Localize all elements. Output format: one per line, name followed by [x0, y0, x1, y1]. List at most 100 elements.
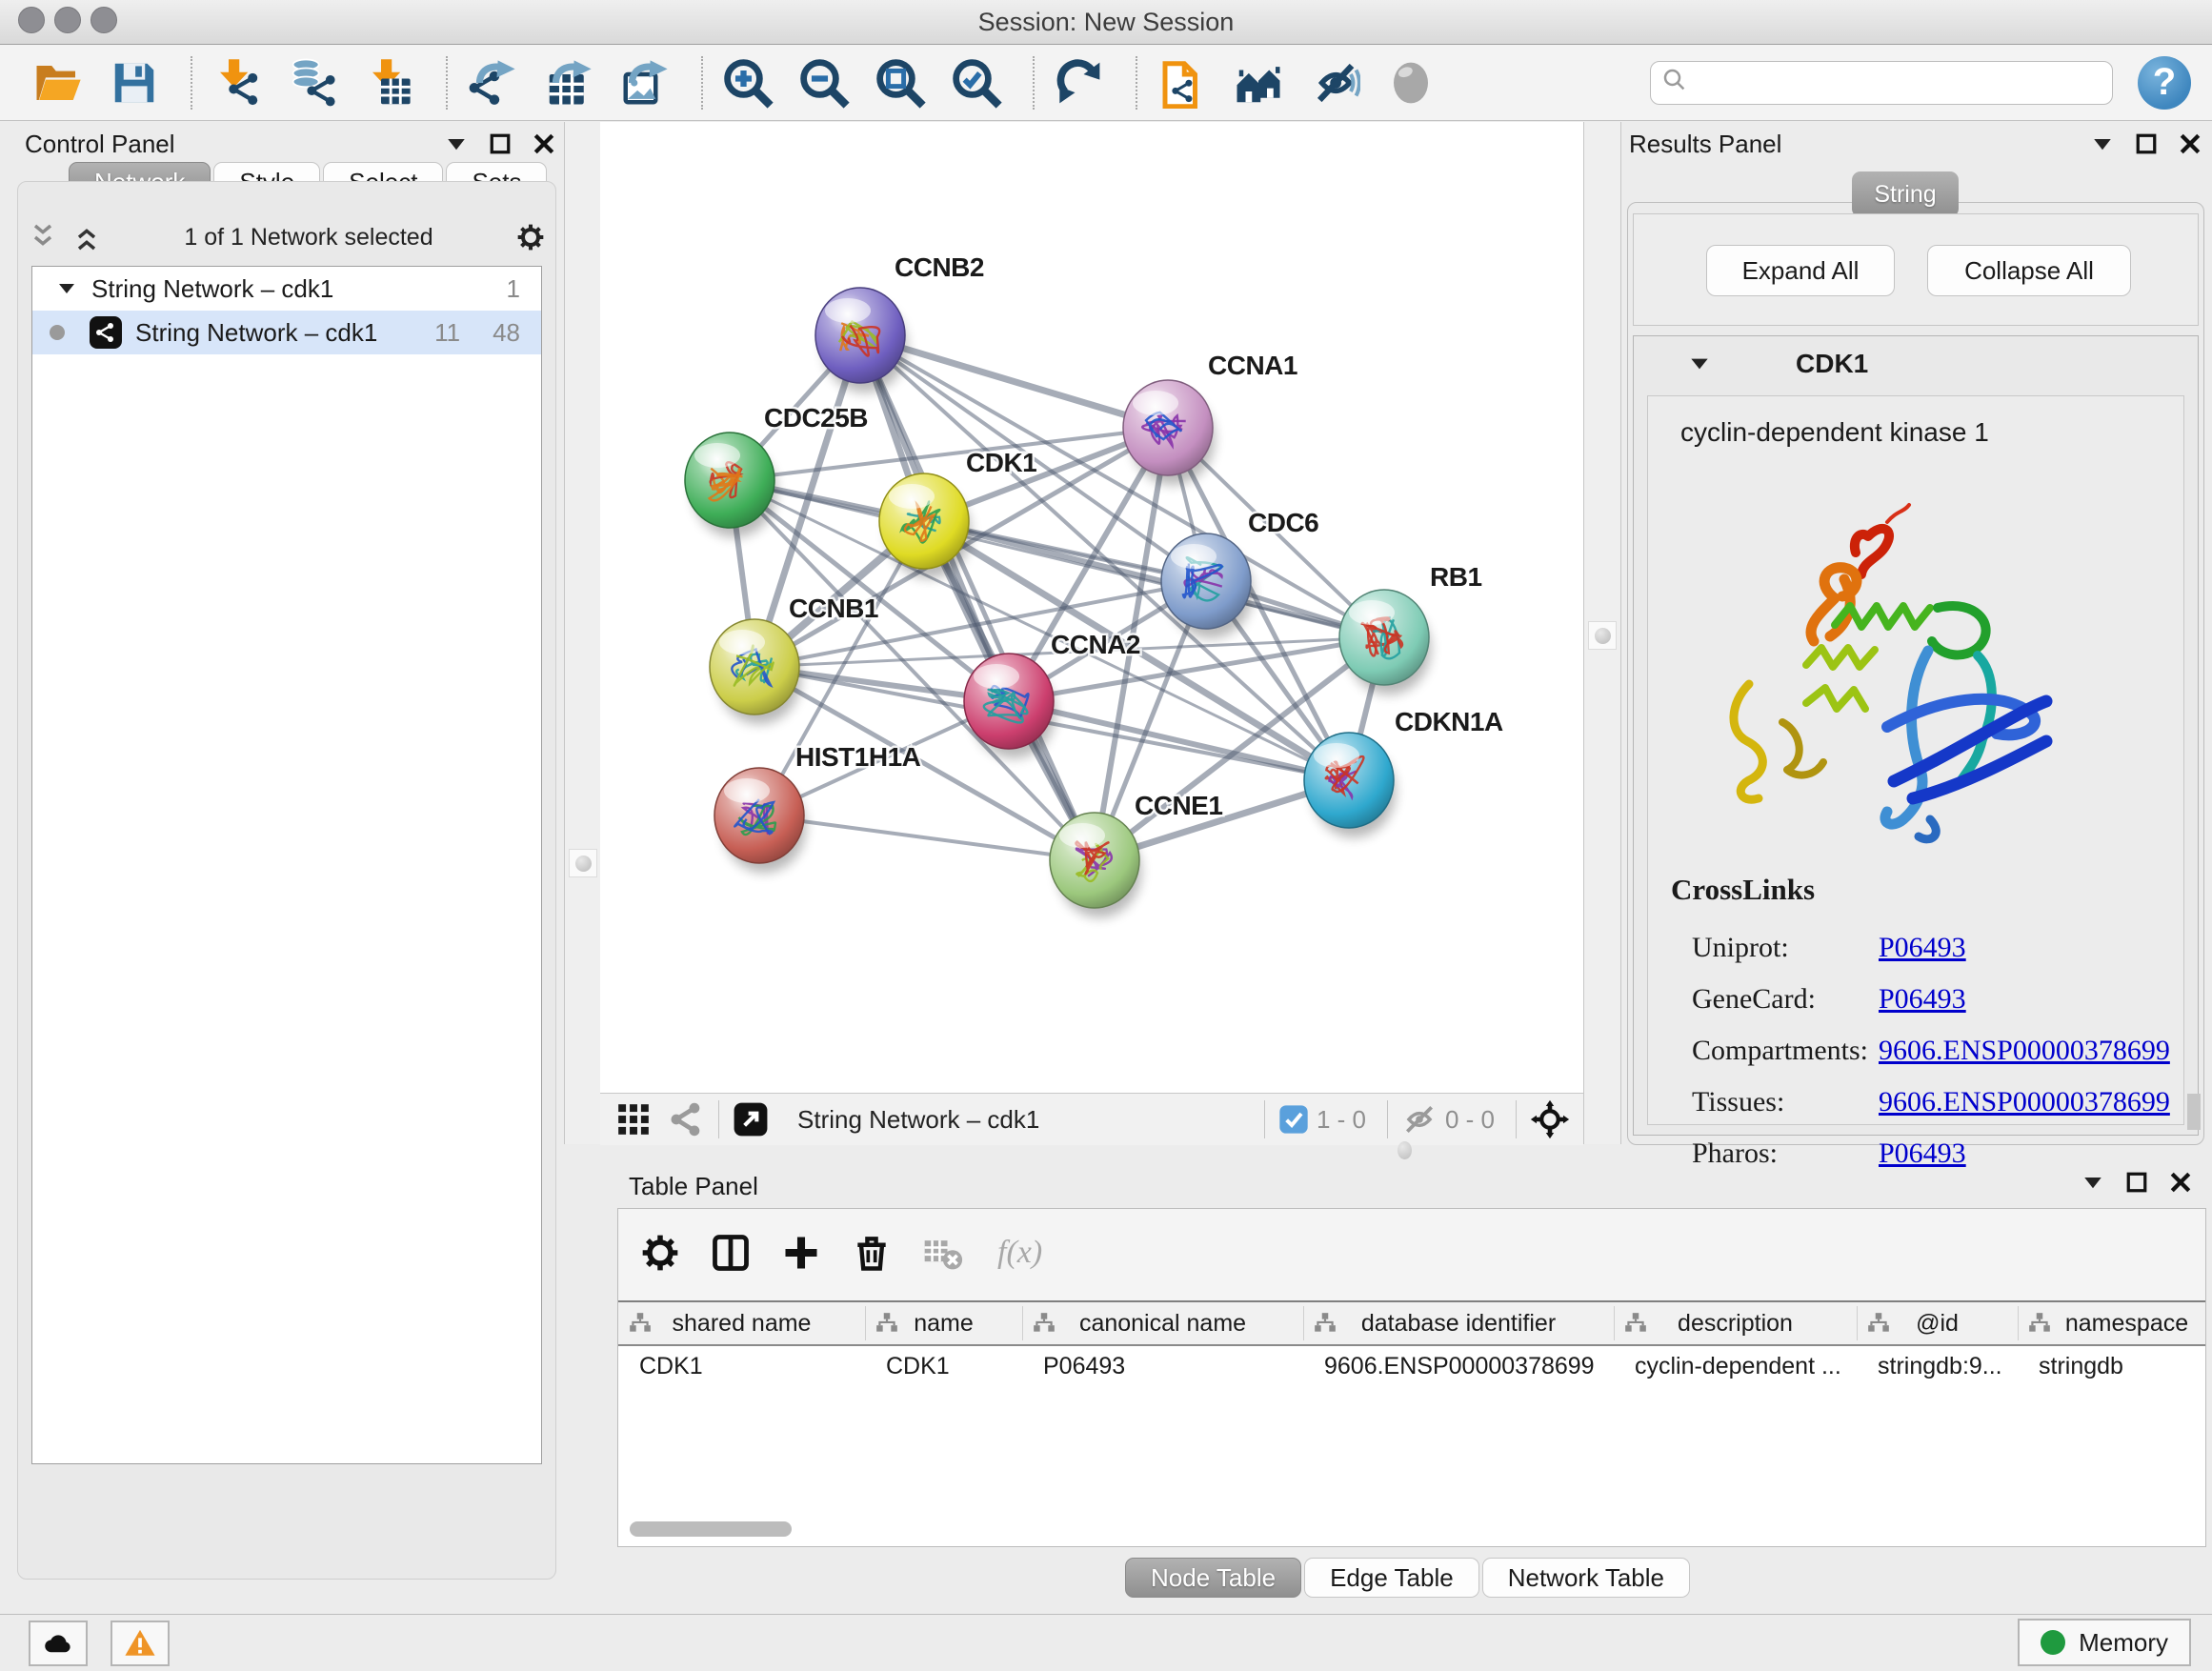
table-row[interactable]: CDK1CDK1P064939606.ENSP00000378699cyclin… — [618, 1346, 2205, 1386]
tab-network-table[interactable]: Network Table — [1482, 1558, 1690, 1598]
home-legacy-icon[interactable] — [1233, 57, 1284, 109]
zoom-fit-icon[interactable] — [875, 57, 926, 109]
collapse-all-icon[interactable] — [28, 222, 58, 252]
add-column-icon[interactable] — [780, 1232, 822, 1274]
network-node[interactable]: CDKN1A — [1304, 707, 1503, 837]
table-close-icon[interactable] — [2166, 1168, 2195, 1197]
collapse-all-button[interactable]: Collapse All — [1927, 245, 2131, 296]
delete-column-icon[interactable] — [851, 1232, 893, 1274]
export-table-icon[interactable] — [543, 57, 594, 109]
expand-all-button[interactable]: Expand All — [1706, 245, 1895, 296]
float-panel-icon[interactable] — [486, 130, 514, 158]
gene-collapse-icon[interactable] — [1687, 352, 1712, 376]
export-image-icon[interactable] — [619, 57, 671, 109]
tab-node-table[interactable]: Node Table — [1125, 1558, 1301, 1598]
export-network-icon[interactable] — [467, 57, 518, 109]
results-close-icon[interactable] — [2176, 130, 2204, 158]
right-splitter-grip[interactable] — [1588, 621, 1617, 650]
warning-icon — [124, 1627, 156, 1660]
network-node[interactable]: HIST1H1A — [714, 742, 921, 873]
selected-checkbox-icon[interactable] — [1278, 1104, 1309, 1135]
node-label: RB1 — [1430, 562, 1482, 592]
tab-string[interactable]: String — [1852, 171, 1959, 217]
results-menu-icon[interactable] — [2088, 130, 2117, 158]
column-header-namespace[interactable]: namespace — [2018, 1302, 2206, 1344]
network-node[interactable]: CCNE1 — [1050, 791, 1222, 917]
save-session-icon[interactable] — [109, 57, 160, 109]
open-session-icon[interactable] — [32, 57, 84, 109]
network-node[interactable]: CCNB2 — [815, 252, 984, 393]
string-network-icon — [90, 316, 122, 349]
import-network-database-icon[interactable] — [288, 57, 339, 109]
column-header-canonical-name[interactable]: canonical name — [1022, 1302, 1303, 1344]
table-gear-icon[interactable] — [639, 1232, 681, 1274]
open-in-window-icon[interactable] — [733, 1101, 769, 1137]
warning-status-button[interactable] — [111, 1621, 170, 1666]
network-tab-body: 1 of 1 Network selected String Network –… — [17, 181, 556, 1580]
crosslink-link[interactable]: 9606.ENSP00000378699 — [1879, 1035, 2170, 1067]
left-splitter-grip[interactable] — [569, 849, 597, 877]
network-selection-status: 1 of 1 Network selected — [102, 224, 515, 252]
refresh-icon[interactable] — [1054, 57, 1105, 109]
zoom-selected-icon[interactable] — [951, 57, 1002, 109]
search-box[interactable] — [1650, 61, 2113, 105]
collection-expand-icon[interactable] — [55, 277, 78, 300]
tab-edge-table[interactable]: Edge Table — [1304, 1558, 1479, 1598]
left-splitter[interactable] — [564, 122, 602, 1144]
column-header-database-identifier[interactable]: database identifier — [1303, 1302, 1614, 1344]
search-input[interactable] — [1689, 63, 2112, 103]
network-node[interactable]: CCNB1 — [710, 594, 878, 724]
panel-menu-icon[interactable] — [442, 130, 471, 158]
network-collection-row[interactable]: String Network – cdk1 1 — [32, 267, 541, 311]
zoom-out-icon[interactable] — [798, 57, 850, 109]
table-float-icon[interactable] — [2122, 1168, 2151, 1197]
crosslink-link[interactable]: P06493 — [1879, 932, 1966, 964]
close-panel-icon[interactable] — [530, 130, 558, 158]
network-row[interactable]: String Network – cdk1 11 48 — [32, 311, 541, 354]
node-label: CCNB1 — [789, 594, 878, 623]
birdseye-grid-icon[interactable] — [615, 1101, 652, 1137]
show-all-icon[interactable] — [1385, 57, 1437, 109]
control-panel-title: Control Panel — [25, 130, 175, 159]
fit-content-crosshair-icon[interactable] — [1530, 1099, 1570, 1139]
table-menu-icon[interactable] — [2079, 1168, 2107, 1197]
column-header--id[interactable]: @id — [1857, 1302, 2018, 1344]
network-footer-title: String Network – cdk1 — [797, 1105, 1039, 1135]
column-header-description[interactable]: description — [1614, 1302, 1857, 1344]
results-float-icon[interactable] — [2132, 130, 2161, 158]
network-edge[interactable] — [860, 335, 1095, 860]
expand-all-icon[interactable] — [71, 222, 102, 252]
network-node[interactable]: CCNA1 — [1123, 351, 1297, 485]
help-icon[interactable]: ? — [2138, 56, 2191, 110]
share-network-icon[interactable] — [669, 1101, 705, 1137]
column-header-name[interactable]: name — [865, 1302, 1022, 1344]
network-canvas[interactable]: CCNB2CCNA1CDC25BCDK1CDC6RB1CCNB1CCNA2CDK… — [600, 122, 1583, 1093]
zoom-in-icon[interactable] — [722, 57, 774, 109]
network-name: String Network – cdk1 — [135, 318, 434, 348]
right-splitter[interactable] — [1583, 122, 1621, 1144]
window-title: Session: New Session — [0, 8, 2212, 37]
crosslink-link[interactable]: 9606.ENSP00000378699 — [1879, 1086, 2170, 1118]
network-edge[interactable] — [759, 815, 1095, 860]
results-scrollbar-thumb[interactable] — [2187, 1094, 2201, 1130]
memory-button[interactable]: Memory — [2018, 1619, 2191, 1666]
hidden-eye-icon[interactable] — [1401, 1101, 1438, 1137]
column-header-shared-name[interactable]: shared name — [618, 1302, 865, 1344]
search-icon — [1660, 66, 1689, 99]
column-type-icon — [1623, 1311, 1648, 1336]
import-network-icon[interactable] — [211, 57, 263, 109]
table-hscrollbar[interactable] — [618, 1521, 2205, 1539]
network-options-gear-icon[interactable] — [515, 222, 546, 252]
hide-selected-icon[interactable] — [1309, 57, 1360, 109]
crosslink-link[interactable]: P06493 — [1879, 983, 1966, 1016]
network-node[interactable]: RB1 — [1339, 562, 1482, 695]
title-bar: Session: New Session — [0, 0, 2212, 45]
select-columns-icon[interactable] — [710, 1232, 752, 1274]
column-label: canonical name — [1079, 1310, 1246, 1338]
node-label: CDC6 — [1248, 508, 1318, 537]
import-table-icon[interactable] — [364, 57, 415, 109]
network-node[interactable]: CDC6 — [1161, 508, 1318, 638]
gene-description: cyclin-dependent kinase 1 — [1680, 417, 1989, 448]
string-import-icon[interactable] — [1156, 57, 1208, 109]
cloud-status-button[interactable] — [29, 1621, 88, 1666]
